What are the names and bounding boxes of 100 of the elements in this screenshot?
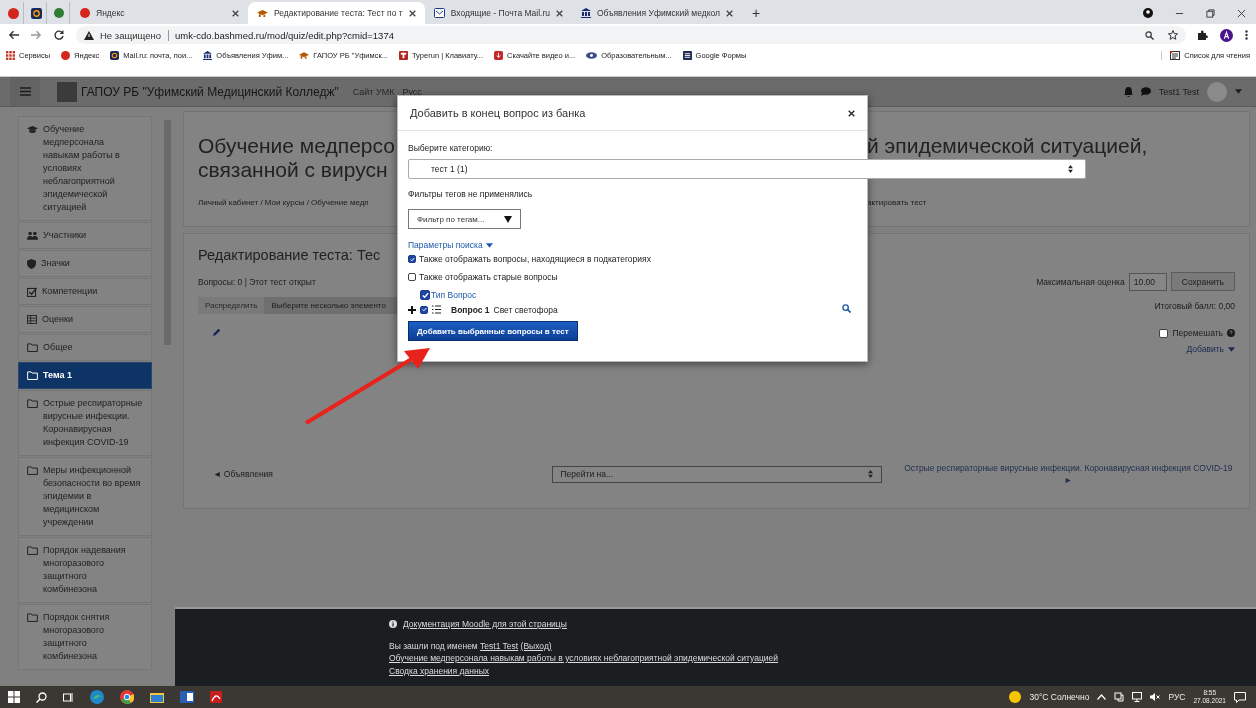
footer-link[interactable]: Обучение медперсонала навыкам работы в условиях неблагоприятной эпидемической ситуацией (389, 653, 779, 663)
pencil-icon[interactable] (213, 328, 221, 336)
address-bar[interactable]: Не защищено umk-cdo.bashmed.ru/mod/quiz/edit.php?cmid=1374 (76, 26, 1186, 44)
tag-filter-field[interactable]: Фильтр по тегам... (408, 209, 521, 229)
eye-icon (586, 52, 598, 59)
chat-icon[interactable] (1140, 87, 1151, 96)
pdf-icon[interactable] (210, 691, 222, 703)
restore-icon[interactable] (1206, 8, 1215, 18)
info-icon (389, 620, 397, 629)
checkbox-icon (27, 287, 37, 297)
option-label: Также отображать вопросы, находящиеся в подкатегориях (419, 254, 651, 264)
jump-select[interactable]: Перейти на... (551, 465, 882, 483)
browser-tab[interactable]: Объявления Уфимский медкол (572, 2, 742, 24)
checkbox[interactable] (420, 305, 428, 314)
zoom-icon[interactable] (1145, 30, 1154, 40)
browser-icon[interactable] (120, 690, 134, 704)
plus-icon[interactable] (408, 305, 416, 314)
save-button[interactable]: Сохранить (1170, 272, 1235, 291)
quiz-status: Вопросы: 0 | Этот тест открыт (198, 276, 317, 287)
checkbox[interactable] (408, 255, 416, 263)
sidebar-item[interactable]: Обучение медперсонала навыкам работы в условиях неблагоприятной эпидемической ситуацией (18, 116, 152, 221)
column-header: Тип Вопрос (431, 290, 477, 300)
bell-icon[interactable] (1123, 86, 1133, 97)
menu-icon[interactable] (1245, 30, 1248, 40)
document-icon[interactable] (180, 691, 194, 703)
star-icon[interactable] (1168, 30, 1178, 40)
sidebar-item[interactable]: Компетенции (18, 278, 152, 305)
network-icon[interactable] (1114, 692, 1125, 702)
browser-tab[interactable]: Входящие - Почта Mail.ru (424, 2, 572, 24)
checkbox[interactable] (408, 273, 416, 281)
close-icon[interactable] (232, 9, 239, 17)
circle-icon[interactable] (54, 8, 64, 18)
sidebar-item[interactable]: Оценки (18, 306, 152, 333)
notifications-icon[interactable] (1234, 691, 1246, 703)
footer-link[interactable]: Сводка хранения данных (389, 665, 490, 676)
search-options-link[interactable]: Параметры поиска (408, 240, 493, 250)
page-title: Обучение медперсо связанной с вирусн (198, 134, 396, 182)
category-select[interactable]: тест 1 (1) (408, 159, 1086, 179)
sidebar-item[interactable]: Значки (18, 250, 152, 277)
sidebar-item[interactable]: Меры инфекционной безопасности во время эпидемии в медицинском учреждении (18, 457, 152, 536)
folder-icon (27, 613, 38, 622)
max-grade-field[interactable]: 10.00 (1128, 272, 1167, 291)
previous-link[interactable]: ◄ Объявления (198, 469, 532, 479)
close-icon[interactable] (726, 9, 733, 17)
account-avatar-icon[interactable] (1220, 28, 1233, 42)
checkbox[interactable] (1159, 328, 1169, 338)
forward-icon[interactable] (31, 30, 42, 40)
help-icon[interactable] (1227, 329, 1235, 337)
browser-icon[interactable] (90, 690, 104, 704)
add-selected-button[interactable]: Добавить выбранные вопросы в тест (408, 321, 578, 341)
close-icon[interactable] (1237, 8, 1246, 18)
menu-icon (19, 87, 31, 96)
page-title: й эпидемической ситуацией, (867, 134, 1149, 158)
circle-icon[interactable] (7, 7, 19, 19)
weather[interactable]: 30°C Солнечно (1029, 692, 1090, 702)
caret-icon (1235, 89, 1242, 94)
chevron-up-icon[interactable] (1097, 694, 1107, 700)
zoom-icon[interactable] (842, 304, 851, 313)
question-name: Вопрос 1 (451, 304, 490, 315)
hat-icon (257, 8, 268, 18)
sidebar-item[interactable]: Порядок снятия многоразового защитного комбинезона (18, 604, 152, 670)
max-grade-label: Максимальная оценка (1036, 276, 1125, 287)
checkbox[interactable] (420, 290, 430, 300)
monitor-icon[interactable] (1132, 692, 1143, 702)
reload-icon[interactable] (54, 30, 64, 40)
speaker-muted-icon[interactable] (1150, 692, 1161, 702)
breadcrumb[interactable]: Личный кабинет / Мои курсы / Обучение медп (198, 198, 398, 207)
sidebar-item[interactable]: Участники (18, 222, 152, 249)
new-tab-button[interactable]: + (742, 2, 771, 24)
browser-tab[interactable]: Редактирование теста: Тест по т (248, 2, 425, 24)
browser-tab[interactable]: Яндекс (71, 2, 248, 24)
sidebar-item[interactable]: Тема 1 (18, 362, 152, 389)
add-menu[interactable]: Добавить (1186, 344, 1235, 354)
windows-icon[interactable] (8, 691, 20, 703)
logo-image (57, 81, 77, 102)
sidebar-item[interactable]: Острые респираторные вирусные инфекции. Коронавирусная инфекция COVID-19 (18, 390, 152, 456)
back-icon[interactable] (8, 30, 19, 40)
user-link[interactable]: Test1 Test (480, 640, 519, 651)
task-view-icon[interactable] (63, 691, 74, 703)
profile-icon[interactable] (1143, 8, 1153, 18)
bank-icon (203, 51, 213, 60)
circle-icon (61, 51, 71, 60)
sidebar-item[interactable]: Общее (18, 334, 152, 361)
field-label: Выберите категорию: (408, 143, 494, 153)
close-icon[interactable] (556, 9, 563, 17)
close-icon[interactable] (408, 9, 416, 17)
input-language[interactable]: РУС (1168, 692, 1186, 702)
folder-icon[interactable] (150, 691, 164, 703)
download-icon (494, 51, 504, 60)
next-link[interactable]: Острые респираторные вирусные инфекции. Коронавирусная инфекция COVID-19 ► (901, 462, 1235, 486)
close-icon[interactable] (848, 109, 855, 117)
tag-filter-status: Фильтры тегов не применялись (408, 189, 534, 199)
breadcrumb[interactable]: актировать тест (867, 198, 1235, 207)
search-icon[interactable] (36, 691, 47, 703)
logout-link[interactable]: (Выход) (520, 640, 552, 651)
at-sign-icon[interactable] (30, 7, 42, 19)
hat-icon (299, 51, 310, 60)
sidebar-item[interactable]: Порядок надевания многоразового защитного комбинезона (18, 537, 152, 603)
documentation-link[interactable]: Документация Moodle для этой страницы (403, 618, 567, 631)
puzzle-icon[interactable] (1198, 30, 1208, 40)
